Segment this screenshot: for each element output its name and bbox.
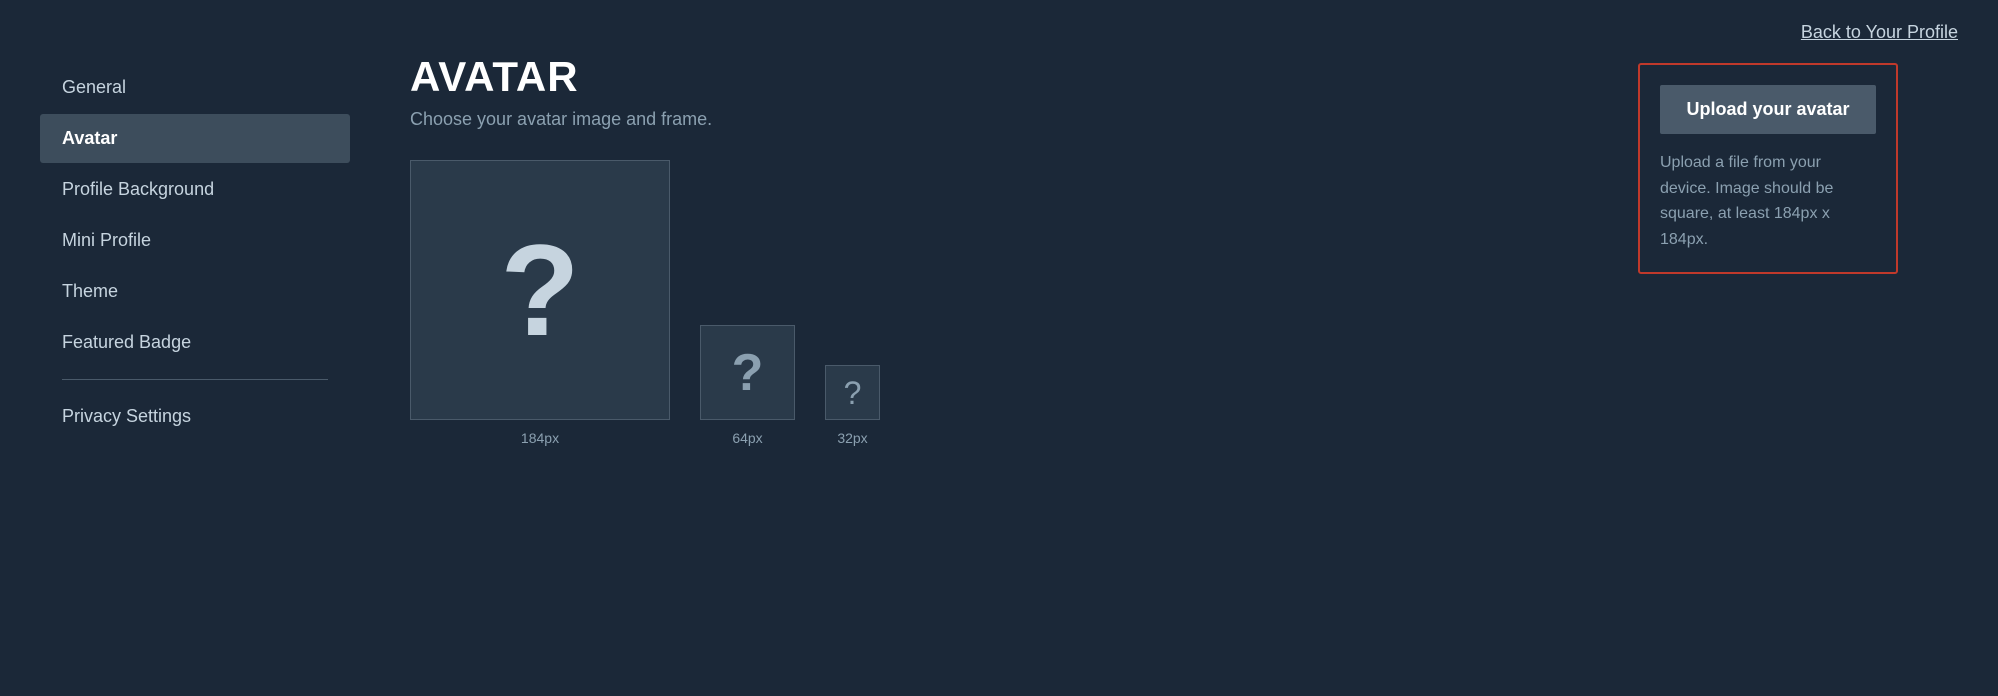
upload-box: Upload your avatar Upload a file from yo… bbox=[1638, 63, 1898, 274]
sidebar-item-mini-profile[interactable]: Mini Profile bbox=[40, 216, 350, 265]
avatar-box-184: ? bbox=[410, 160, 670, 420]
page-title: AVATAR bbox=[410, 53, 1538, 101]
avatar-placeholder-small: ? bbox=[844, 377, 862, 409]
sidebar-item-privacy-settings[interactable]: Privacy Settings bbox=[40, 392, 350, 441]
page-subtitle: Choose your avatar image and frame. bbox=[410, 109, 1538, 130]
upload-avatar-button[interactable]: Upload your avatar bbox=[1660, 85, 1876, 134]
sidebar-label-profile-background: Profile Background bbox=[62, 179, 214, 199]
back-to-profile-link[interactable]: Back to Your Profile bbox=[1801, 22, 1958, 43]
upload-description: Upload a file from your device. Image sh… bbox=[1660, 150, 1876, 252]
avatar-preview-large: ? 184px bbox=[410, 160, 670, 446]
avatar-size-label-64: 64px bbox=[732, 430, 762, 446]
sidebar-item-profile-background[interactable]: Profile Background bbox=[40, 165, 350, 214]
avatar-preview-small: ? 32px bbox=[825, 365, 880, 446]
avatar-placeholder-large: ? bbox=[500, 225, 579, 355]
sidebar-item-avatar[interactable]: Avatar bbox=[40, 114, 350, 163]
sidebar-item-featured-badge[interactable]: Featured Badge bbox=[40, 318, 350, 367]
sidebar-label-theme: Theme bbox=[62, 281, 118, 301]
sidebar-divider bbox=[62, 379, 328, 380]
avatar-previews: ? 184px ? 64px ? 32px bbox=[410, 160, 1538, 446]
sidebar-label-general: General bbox=[62, 77, 126, 97]
sidebar-item-general[interactable]: General bbox=[40, 63, 350, 112]
avatar-size-label-184: 184px bbox=[521, 430, 559, 446]
avatar-placeholder-medium: ? bbox=[732, 347, 764, 399]
sidebar-label-avatar: Avatar bbox=[62, 128, 117, 148]
main-content: AVATAR Choose your avatar image and fram… bbox=[350, 53, 1598, 696]
top-bar: Back to Your Profile bbox=[0, 0, 1998, 53]
sidebar-item-theme[interactable]: Theme bbox=[40, 267, 350, 316]
upload-panel: Upload your avatar Upload a file from yo… bbox=[1598, 53, 1958, 696]
sidebar-label-mini-profile: Mini Profile bbox=[62, 230, 151, 250]
avatar-preview-medium: ? 64px bbox=[700, 325, 795, 446]
sidebar: General Avatar Profile Background Mini P… bbox=[40, 53, 350, 696]
avatar-box-32: ? bbox=[825, 365, 880, 420]
sidebar-label-privacy-settings: Privacy Settings bbox=[62, 406, 191, 426]
avatar-box-64: ? bbox=[700, 325, 795, 420]
sidebar-label-featured-badge: Featured Badge bbox=[62, 332, 191, 352]
main-layout: General Avatar Profile Background Mini P… bbox=[0, 53, 1998, 696]
avatar-size-label-32: 32px bbox=[837, 430, 867, 446]
